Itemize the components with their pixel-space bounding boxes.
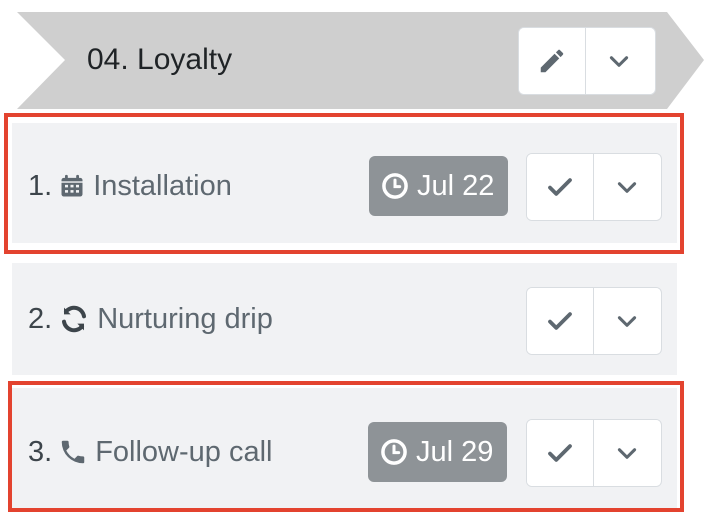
clock-icon xyxy=(381,172,409,200)
step-row-installation[interactable]: 1. Installation Jul 22 xyxy=(12,123,677,243)
calendar-icon xyxy=(58,172,86,200)
step-row-nurturing-drip[interactable]: 2. Nurturing drip xyxy=(12,263,677,375)
step-title: Installation xyxy=(93,170,232,202)
expand-step-button[interactable] xyxy=(593,288,660,354)
check-icon xyxy=(548,444,572,462)
step-label-group: 2. Nurturing drip xyxy=(28,299,273,339)
complete-step-button[interactable] xyxy=(527,420,593,486)
due-date-badge: Jul 29 xyxy=(368,422,508,482)
step-number: 3. xyxy=(28,436,53,468)
due-date-badge: Jul 22 xyxy=(369,156,509,216)
edit-stage-button[interactable] xyxy=(519,28,585,94)
chevron-down-icon xyxy=(609,56,629,67)
step-number: 2. xyxy=(28,303,53,335)
step-row-follow-up-call[interactable]: 3. Follow-up call Jul 29 xyxy=(12,388,677,512)
step-actions xyxy=(526,153,662,221)
clock-icon xyxy=(380,438,408,466)
check-icon xyxy=(548,178,572,196)
stage-actions xyxy=(518,27,656,95)
step-label-group: 1. Installation xyxy=(28,166,232,206)
step-label-group: 3. Follow-up call xyxy=(28,432,272,472)
step-title: Nurturing drip xyxy=(97,303,273,335)
chevron-down-icon xyxy=(617,182,637,193)
pipeline-panel: 04. Loyalty 1. Installation Jul 22 2. Nu… xyxy=(0,0,704,512)
step-title: Follow-up call xyxy=(95,436,273,468)
complete-step-button[interactable] xyxy=(527,154,593,220)
phone-icon xyxy=(58,437,88,467)
check-icon xyxy=(548,312,572,330)
step-number: 1. xyxy=(28,170,53,202)
complete-step-button[interactable] xyxy=(527,288,593,354)
expand-step-button[interactable] xyxy=(593,420,660,486)
pencil-icon xyxy=(540,49,564,73)
chevron-down-icon xyxy=(617,448,637,459)
expand-step-button[interactable] xyxy=(593,154,660,220)
sync-icon xyxy=(58,303,90,335)
due-date: Jul 29 xyxy=(416,435,494,468)
chevron-down-icon xyxy=(617,316,637,327)
stage-title: 04. Loyalty xyxy=(87,43,233,76)
step-actions xyxy=(526,287,662,355)
step-actions xyxy=(526,419,662,487)
due-date: Jul 22 xyxy=(417,169,495,202)
expand-stage-button[interactable] xyxy=(585,28,652,94)
